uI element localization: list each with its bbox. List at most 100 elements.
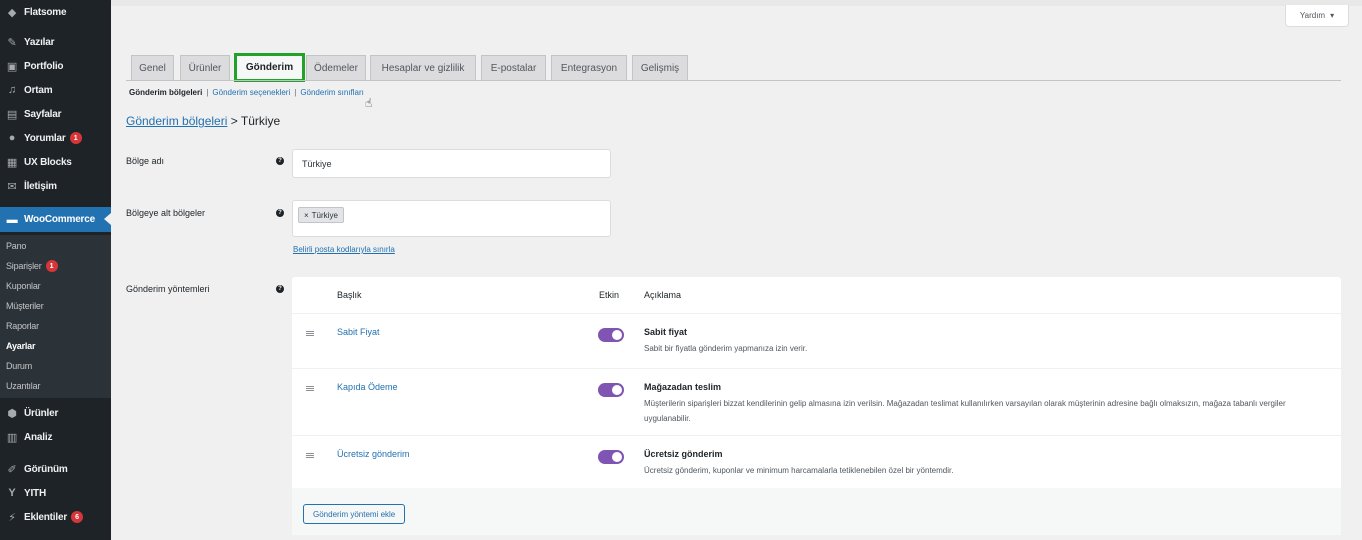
help-icon[interactable]: ?: [276, 209, 284, 217]
column-enabled: Etkin: [599, 290, 620, 300]
method-desc-title: Sabit fiyat: [644, 327, 688, 337]
sidebar-item-appearance[interactable]: ✐ Görünüm: [0, 457, 111, 481]
orders-count-badge: 1: [45, 260, 58, 272]
site-name[interactable]: ◆ Flatsome: [0, 0, 111, 24]
sidebar-item-portfolio[interactable]: ▣ Portfolio: [0, 54, 111, 78]
table-header: Başlık Etkin Açıklama: [292, 277, 1341, 314]
method-desc-title: Ücretsiz gönderim: [644, 449, 723, 459]
portfolio-icon: ▣: [6, 60, 18, 73]
subnav-separator: |: [206, 88, 209, 97]
method-enabled-toggle[interactable]: [598, 450, 624, 464]
blocks-icon: ▦: [6, 156, 18, 169]
tab-payments[interactable]: Ödemeler: [306, 55, 366, 80]
method-enabled-toggle[interactable]: [598, 383, 624, 397]
appearance-icon: ✐: [7, 463, 17, 476]
limit-postcodes-link[interactable]: Belirli posta kodlarıyla sınırla: [293, 245, 395, 254]
method-enabled-toggle[interactable]: [598, 328, 624, 342]
tab-products[interactable]: Ürünler: [180, 55, 230, 80]
sidebar-item-contact[interactable]: ✉ İletişim: [0, 174, 111, 198]
admin-sidebar: ◆ Flatsome ✎ Yazılar ▣ Portfolio ♫ Ortam…: [0, 0, 111, 540]
submenu-item-extensions[interactable]: Uzantılar: [6, 378, 40, 394]
tabs-divider: [126, 80, 1341, 81]
sidebar-item-pages[interactable]: ▤ Sayfalar: [0, 102, 111, 126]
tab-accounts-privacy[interactable]: Hesaplar ve gizlilik: [370, 55, 476, 80]
submenu-item-reports[interactable]: Raporlar: [6, 318, 39, 334]
subnav-separator: |: [294, 88, 297, 97]
site-icon: ◆: [7, 6, 17, 19]
plugins-icon: ⚡: [8, 511, 16, 524]
subnav-shipping-classes[interactable]: Gönderim sınıfları: [300, 88, 364, 97]
submenu-item-coupons[interactable]: Kuponlar: [6, 278, 41, 294]
zone-name-input[interactable]: [292, 149, 611, 178]
column-title: Başlık: [337, 290, 362, 300]
table-row: Ücretsiz gönderim Ücretsiz gönderim Ücre…: [292, 437, 1341, 488]
sidebar-item-products[interactable]: ⬢ Ürünler: [0, 401, 111, 425]
subnav-shipping-options[interactable]: Gönderim seçenekleri: [212, 88, 290, 97]
comments-icon: ●: [8, 132, 16, 144]
method-desc-title: Mağazadan teslim: [644, 382, 722, 392]
pin-icon: ✎: [7, 36, 17, 49]
column-description: Açıklama: [644, 290, 682, 300]
shipping-subnav: Gönderim bölgeleri | Gönderim seçenekler…: [129, 88, 364, 97]
sidebar-item-plugins[interactable]: ⚡ Eklentiler 6: [0, 505, 111, 529]
sidebar-item-posts[interactable]: ✎ Yazılar: [0, 30, 111, 54]
method-title-link[interactable]: Sabit Fiyat: [337, 327, 380, 337]
yith-icon: Y: [8, 487, 16, 499]
sidebar-item-media[interactable]: ♫ Ortam: [0, 78, 111, 102]
woo-icon: ▬: [6, 213, 18, 226]
submenu-item-dashboard[interactable]: Pano: [6, 238, 26, 254]
products-icon: ⬢: [7, 407, 17, 420]
method-description: Müşterilerin siparişleri bizzat kendiler…: [644, 399, 1286, 423]
drag-handle-icon[interactable]: [306, 453, 314, 458]
submenu-item-status[interactable]: Durum: [6, 358, 32, 374]
add-shipping-method-button[interactable]: Gönderim yöntemi ekle: [303, 504, 406, 524]
breadcrumb: Gönderim bölgeleri > Türkiye: [126, 114, 280, 128]
sidebar-item-analytics[interactable]: ▥ Analiz: [0, 425, 111, 449]
comments-count-badge: 1: [69, 132, 82, 144]
pages-icon: ▤: [6, 108, 18, 121]
table-footer: [292, 488, 1341, 535]
breadcrumb-zones-link[interactable]: Gönderim bölgeleri: [126, 114, 227, 128]
submenu-item-settings[interactable]: Ayarlar: [6, 338, 35, 354]
method-title-link[interactable]: Ücretsiz gönderim: [337, 449, 410, 459]
caret-down-icon: ▾: [1330, 11, 1335, 20]
chip-remove-icon[interactable]: ×: [304, 211, 309, 220]
help-icon[interactable]: ?: [276, 285, 284, 293]
shipping-methods-label: Gönderim yöntemleri: [126, 284, 210, 294]
mail-icon: ✉: [7, 180, 17, 193]
table-row: Sabit Fiyat Sabit fiyat Sabit bir fiyatl…: [292, 315, 1341, 369]
tab-general[interactable]: Genel: [131, 55, 174, 80]
table-row: Kapıda Ödeme Mağazadan teslim Müşteriler…: [292, 370, 1341, 436]
submenu-item-customers[interactable]: Müşteriler: [6, 298, 44, 314]
tab-shipping[interactable]: Gönderim: [234, 53, 305, 82]
sidebar-item-comments[interactable]: ● Yorumlar 1: [0, 126, 111, 150]
analytics-icon: ▥: [6, 431, 18, 444]
method-description: Ücretsiz gönderim, kuponlar ve minimum h…: [644, 466, 954, 475]
help-button[interactable]: Yardım ▾: [1285, 5, 1349, 27]
help-icon[interactable]: ?: [276, 157, 284, 165]
zone-name-label: Bölge adı: [126, 156, 165, 166]
sidebar-item-yith[interactable]: Y YITH: [0, 481, 111, 505]
woocommerce-submenu: Pano Siparişler 1 Kuponlar Müşteriler Ra…: [0, 235, 111, 398]
region-chip: × Türkiye: [298, 207, 344, 223]
sidebar-item-ux-blocks[interactable]: ▦ UX Blocks: [0, 150, 111, 174]
zone-regions-select[interactable]: × Türkiye: [292, 200, 611, 237]
drag-handle-icon[interactable]: [306, 386, 314, 391]
subnav-shipping-zones[interactable]: Gönderim bölgeleri: [129, 88, 202, 97]
plugins-count-badge: 6: [71, 511, 84, 523]
mouse-cursor-icon: ☝: [365, 96, 373, 110]
shipping-methods-table: Başlık Etkin Açıklama Sabit Fiyat Sabit …: [292, 277, 1341, 535]
media-icon: ♫: [7, 84, 17, 96]
tab-emails[interactable]: E-postalar: [481, 55, 546, 80]
admin-top-strip: [111, 0, 1362, 6]
breadcrumb-current: Türkiye: [240, 114, 281, 128]
zone-regions-label: Bölgeye alt bölgeler: [126, 208, 206, 218]
tab-advanced[interactable]: Gelişmiş: [632, 55, 688, 80]
sidebar-item-woocommerce[interactable]: ▬ WooCommerce: [0, 207, 111, 232]
drag-handle-icon[interactable]: [306, 331, 314, 336]
method-description: Sabit bir fiyatla gönderim yapmanıza izi…: [644, 344, 808, 353]
breadcrumb-separator: >: [230, 114, 238, 128]
tab-integration[interactable]: Entegrasyon: [551, 55, 627, 80]
method-title-link[interactable]: Kapıda Ödeme: [337, 382, 398, 392]
submenu-item-orders[interactable]: Siparişler 1: [6, 258, 58, 274]
